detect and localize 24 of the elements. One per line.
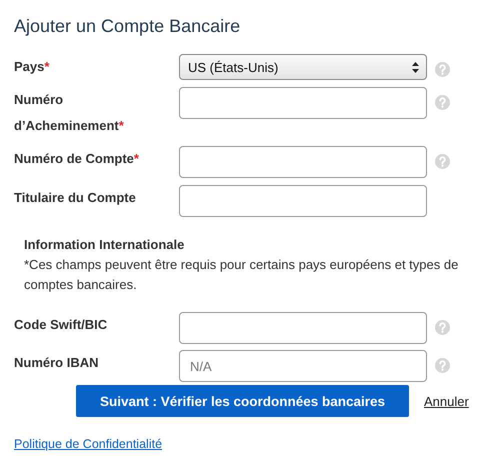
cancel-link[interactable]: Annuler xyxy=(424,394,469,408)
next-button[interactable]: Suivant : Vérifier les coordonnées bancaires xyxy=(76,385,409,417)
field-label: Numéro d’Acheminement* xyxy=(14,91,125,135)
help-icon[interactable] xyxy=(435,154,450,169)
input-field[interactable] xyxy=(179,146,427,178)
field-label: Pays* xyxy=(14,58,50,76)
input-field[interactable] xyxy=(179,185,427,217)
field-label: Numéro IBAN xyxy=(14,354,100,372)
input-field[interactable]: N/A xyxy=(179,350,427,382)
section-heading: Information Internationale xyxy=(24,236,186,254)
page-title: Ajouter un Compte Bancaire xyxy=(14,16,242,37)
field-label: Numéro de Compte* xyxy=(14,150,140,168)
field-label: Titulaire du Compte xyxy=(14,189,137,207)
updown-arrows-icon xyxy=(412,62,419,72)
input-field[interactable] xyxy=(179,87,427,119)
privacy-link[interactable]: Politique de Confidentialité xyxy=(14,437,162,451)
country-select[interactable]: US (États-Unis) xyxy=(179,54,427,80)
help-icon[interactable] xyxy=(435,95,450,110)
field-label: Code Swift/BIC xyxy=(14,316,108,334)
help-icon[interactable] xyxy=(435,358,450,373)
help-icon[interactable] xyxy=(435,320,450,335)
section-note: *Ces champs peuvent être requis pour certains pays européens et types de comptes bancaires. xyxy=(24,256,460,294)
help-icon[interactable] xyxy=(435,62,450,77)
input-field[interactable] xyxy=(179,312,427,344)
